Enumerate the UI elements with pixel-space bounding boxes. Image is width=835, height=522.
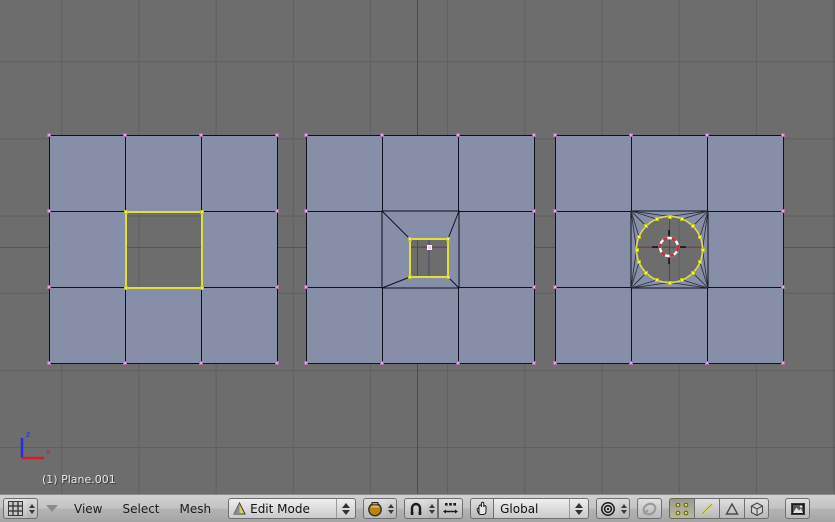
menu-select[interactable]: Select — [112, 499, 169, 519]
mesh-face — [201, 135, 278, 212]
orientation-label: Global — [500, 501, 539, 516]
menu-view[interactable]: View — [64, 499, 112, 519]
face-select-icon[interactable] — [719, 498, 745, 519]
selected-edge — [125, 287, 203, 289]
active-object-label: (1) Plane.001 — [42, 473, 116, 486]
mesh-hole — [125, 211, 202, 288]
mini-axis-gizmo: z x — [14, 428, 58, 466]
mesh-select-mode-strip[interactable] — [669, 498, 770, 519]
occlude-geometry-cube-icon[interactable] — [744, 498, 770, 519]
vertex-select-icon[interactable] — [669, 498, 695, 519]
pivot-median-point-icon[interactable] — [596, 498, 620, 519]
mesh-circular-wires — [630, 210, 709, 289]
mesh-plane-deleted-face[interactable] — [47, 133, 279, 365]
editor-type-spinner[interactable] — [27, 498, 38, 519]
render-image-icon[interactable] — [785, 498, 811, 519]
mesh-plane-inset-hole[interactable] — [304, 133, 536, 365]
mesh-plane-circular-hole[interactable] — [553, 133, 785, 365]
orientation-dropdown[interactable]: Global — [493, 498, 590, 519]
active-vertex — [426, 244, 432, 250]
editor-type-selector[interactable] — [3, 498, 38, 519]
shading-selector[interactable] — [363, 498, 398, 519]
mode-dropdown[interactable]: Edit Mode — [228, 498, 357, 519]
mesh-face — [125, 135, 202, 212]
selected-edge — [201, 211, 203, 289]
mesh-face — [125, 287, 202, 364]
proportional-editing-icon[interactable] — [438, 498, 464, 519]
pivot-hand-icon[interactable] — [470, 498, 494, 519]
pivot-spinner[interactable] — [619, 498, 631, 519]
snap-spinner[interactable] — [427, 498, 439, 519]
edit-mode-triangle-icon — [232, 501, 247, 516]
mode-dropdown-label: Edit Mode — [250, 501, 310, 516]
orientation-arrows[interactable] — [569, 499, 588, 518]
magnet-snap-icon[interactable] — [404, 498, 428, 519]
editor-type-grid-icon[interactable] — [3, 498, 27, 519]
solid-shading-icon[interactable] — [363, 498, 387, 519]
pulldown-triangle-icon[interactable] — [42, 497, 62, 521]
mesh-face — [49, 287, 126, 364]
axis-label-x: x — [46, 447, 51, 456]
pivot-group[interactable] — [596, 498, 631, 519]
manipulator-widget-icon[interactable] — [637, 498, 663, 519]
mesh-inset-wires — [381, 210, 460, 289]
mesh-face — [49, 211, 126, 288]
menu-mesh[interactable]: Mesh — [170, 499, 222, 519]
mesh-face — [201, 211, 278, 288]
axis-label-z: z — [26, 430, 30, 439]
edge-select-icon[interactable] — [694, 498, 720, 519]
snap-group[interactable] — [404, 498, 464, 519]
mode-dropdown-arrows[interactable] — [336, 499, 355, 518]
shading-spinner[interactable] — [386, 498, 398, 519]
mesh-face — [201, 287, 278, 364]
viewport-header-toolbar[interactable]: View Select Mesh Edit Mode Global — [0, 494, 835, 522]
mesh-face — [49, 135, 126, 212]
selected-edge — [125, 211, 127, 289]
selected-edge — [125, 211, 203, 213]
orientation-group[interactable]: Global — [470, 498, 590, 519]
3d-viewport[interactable]: z x (1) Plane.001 — [0, 0, 835, 494]
